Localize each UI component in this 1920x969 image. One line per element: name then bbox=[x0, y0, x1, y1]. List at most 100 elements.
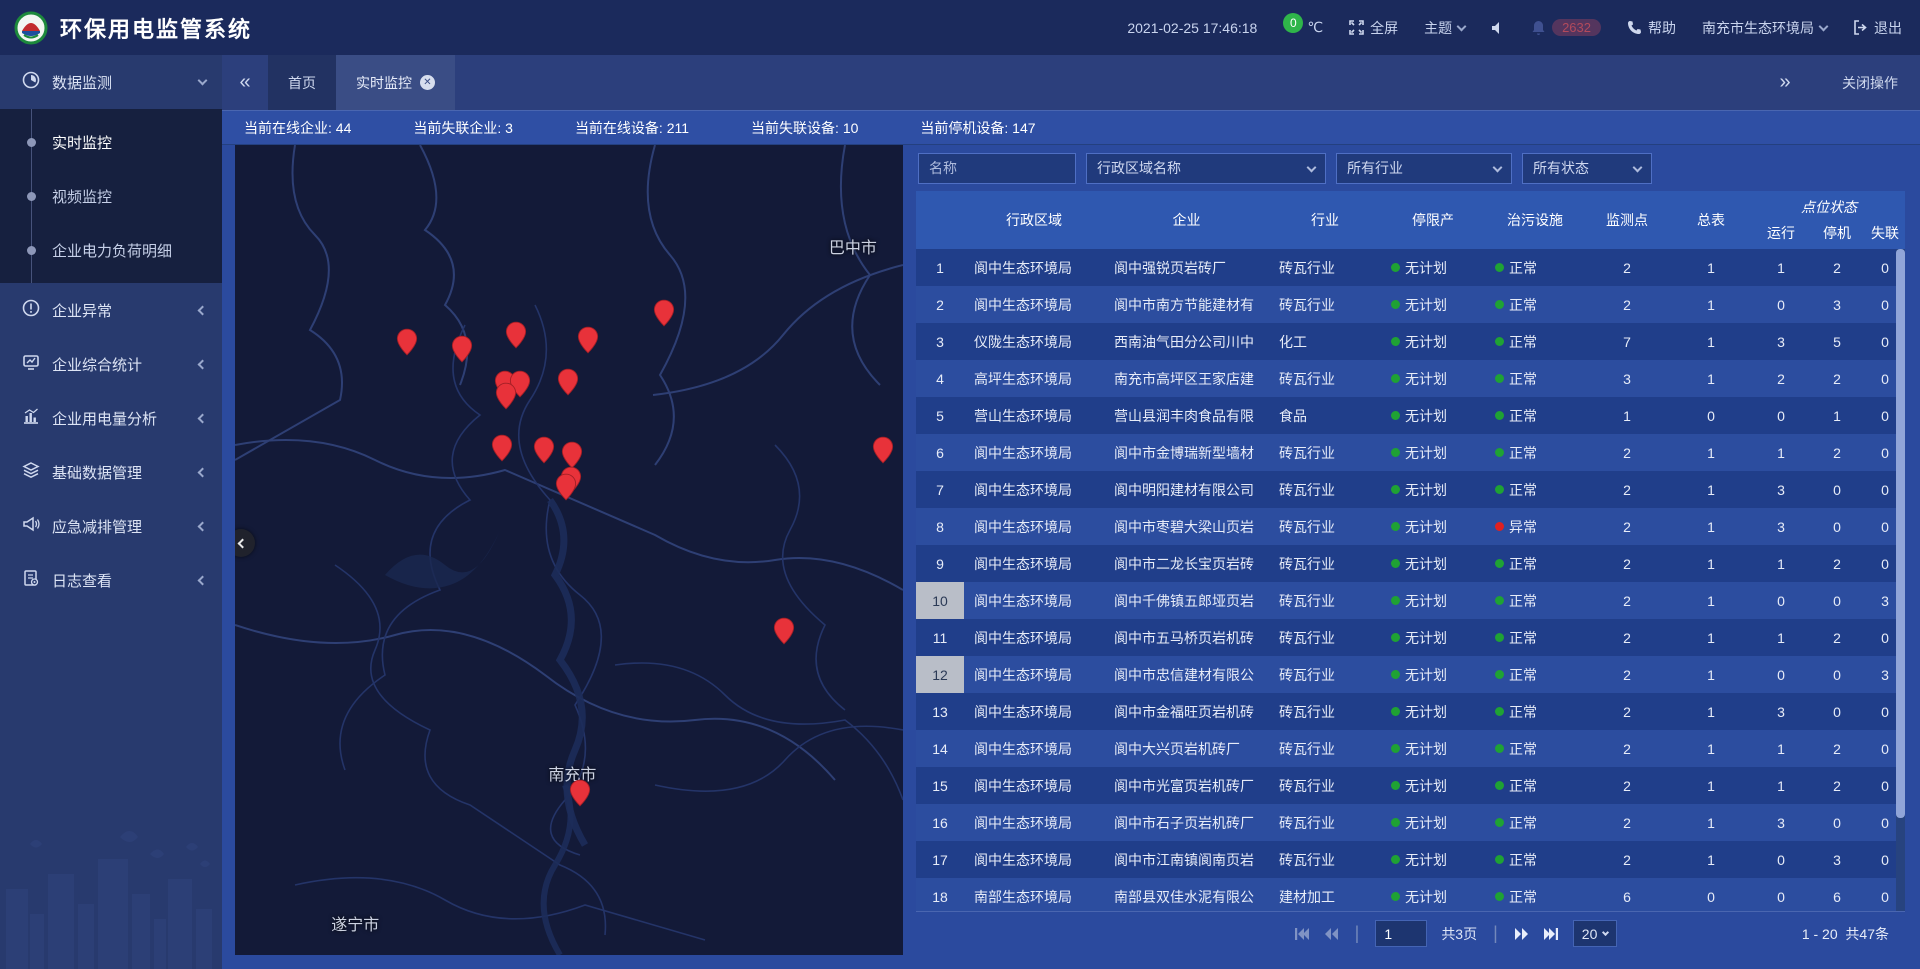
notifications[interactable]: 2632 bbox=[1531, 19, 1601, 36]
table-row[interactable]: 2阆中生态环境局阆中市南方节能建材有砖瓦行业无计划正常21030 bbox=[916, 286, 1905, 323]
page-size-select[interactable]: 20 bbox=[1573, 920, 1618, 947]
user-org-menu[interactable]: 南充市生态环境局 bbox=[1702, 18, 1827, 38]
sidebar-subitem-0[interactable]: 实时监控 bbox=[0, 115, 222, 169]
datetime: 2021-02-25 17:46:18 bbox=[1127, 20, 1257, 36]
cell-company: 阆中市五马桥页岩机砖 bbox=[1104, 628, 1269, 648]
map-marker-8[interactable] bbox=[557, 368, 579, 396]
sidebar-menu: 数据监测实时监控视频监控企业电力负荷明细企业异常企业综合统计企业用电量分析基础数… bbox=[0, 55, 222, 607]
cell-stopped: 2 bbox=[1809, 741, 1865, 757]
cell-industry: 砖瓦行业 bbox=[1269, 258, 1381, 278]
table-row[interactable]: 12阆中生态环境局阆中市忠信建材有限公砖瓦行业无计划正常21003 bbox=[916, 656, 1905, 693]
map-marker-16[interactable] bbox=[569, 779, 591, 807]
logout-icon bbox=[1853, 20, 1868, 35]
table-row[interactable]: 5营山生态环境局营山县润丰肉食品有限食品无计划正常10010 bbox=[916, 397, 1905, 434]
region-filter-select[interactable]: 行政区域名称 bbox=[1086, 153, 1326, 184]
cell-monitor-points: 6 bbox=[1585, 889, 1669, 905]
prev-page-button[interactable] bbox=[1324, 927, 1339, 941]
table-row[interactable]: 11阆中生态环境局阆中市五马桥页岩机砖砖瓦行业无计划正常21120 bbox=[916, 619, 1905, 656]
stat-2: 当前在线设备: 211 bbox=[575, 118, 689, 138]
name-filter[interactable] bbox=[918, 153, 1076, 184]
map-marker-7[interactable] bbox=[495, 382, 517, 410]
cell-total-meters: 1 bbox=[1669, 667, 1753, 683]
map-marker-1[interactable] bbox=[451, 335, 473, 363]
map-marker-3[interactable] bbox=[577, 326, 599, 354]
cell-monitor-points: 2 bbox=[1585, 445, 1669, 461]
map-marker-11[interactable] bbox=[561, 441, 583, 469]
map-marker-10[interactable] bbox=[533, 436, 555, 464]
page-number-input[interactable] bbox=[1375, 920, 1427, 947]
row-number: 6 bbox=[916, 434, 964, 471]
cell-company: 阆中市江南镇阆南页岩 bbox=[1104, 850, 1269, 870]
status-filter-select[interactable]: 所有状态 bbox=[1522, 153, 1652, 184]
cell-stopped: 5 bbox=[1809, 334, 1865, 350]
table-row[interactable]: 17阆中生态环境局阆中市江南镇阆南页岩砖瓦行业无计划正常21030 bbox=[916, 841, 1905, 878]
help-button[interactable]: 帮助 bbox=[1627, 18, 1676, 38]
name-filter-input[interactable] bbox=[929, 160, 1065, 176]
table-row[interactable]: 10阆中生态环境局阆中千佛镇五郎垭页岩砖瓦行业无计划正常21003 bbox=[916, 582, 1905, 619]
cell-total-meters: 1 bbox=[1669, 630, 1753, 646]
tab-close-icon[interactable]: ✕ bbox=[420, 75, 435, 90]
table-row[interactable]: 6阆中生态环境局阆中市金博瑞新型墙材砖瓦行业无计划正常21120 bbox=[916, 434, 1905, 471]
table-row[interactable]: 13阆中生态环境局阆中市金福旺页岩机砖砖瓦行业无计划正常21300 bbox=[916, 693, 1905, 730]
sidebar-item-5[interactable]: 应急减排管理 bbox=[0, 499, 222, 553]
sidebar-item-4[interactable]: 基础数据管理 bbox=[0, 445, 222, 499]
cell-facility-status: 正常 bbox=[1485, 739, 1585, 759]
sidebar-item-1[interactable]: 企业异常 bbox=[0, 283, 222, 337]
map-marker-9[interactable] bbox=[491, 434, 513, 462]
first-page-button[interactable] bbox=[1294, 927, 1310, 941]
cell-limit-status: 无计划 bbox=[1381, 443, 1485, 463]
status-dot-green bbox=[1495, 300, 1504, 309]
map-marker-0[interactable] bbox=[396, 328, 418, 356]
next-page-button[interactable] bbox=[1514, 927, 1529, 941]
scrollbar-thumb[interactable] bbox=[1896, 249, 1905, 818]
table-row[interactable]: 15阆中生态环境局阆中市光富页岩机砖厂砖瓦行业无计划正常21120 bbox=[916, 767, 1905, 804]
sidebar-subitem-2[interactable]: 企业电力负荷明细 bbox=[0, 223, 222, 277]
map-marker-4[interactable] bbox=[653, 299, 675, 327]
table-row[interactable]: 4高坪生态环境局南充市高坪区王家店建砖瓦行业无计划正常31220 bbox=[916, 360, 1905, 397]
industry-filter-select[interactable]: 所有行业 bbox=[1336, 153, 1512, 184]
sidebar-item-0[interactable]: 数据监测 bbox=[0, 55, 222, 109]
cell-industry: 砖瓦行业 bbox=[1269, 295, 1381, 315]
table-row[interactable]: 7阆中生态环境局阆中明阳建材有限公司砖瓦行业无计划正常21300 bbox=[916, 471, 1905, 508]
column-header-3: 停限产 bbox=[1381, 191, 1485, 249]
sidebar-item-2[interactable]: 企业综合统计 bbox=[0, 337, 222, 391]
column-header-5: 监测点 bbox=[1585, 191, 1669, 249]
map-marker-15[interactable] bbox=[773, 617, 795, 645]
logout-button[interactable]: 退出 bbox=[1853, 18, 1902, 38]
map-panel[interactable]: 巴中市南充市遂宁市 bbox=[235, 145, 903, 955]
table-row[interactable]: 18南部生态环境局南部县双佳水泥有限公建材加工无计划正常60060 bbox=[916, 878, 1905, 911]
sidebar-subitem-1[interactable]: 视频监控 bbox=[0, 169, 222, 223]
sidebar-item-6[interactable]: 日志查看 bbox=[0, 553, 222, 607]
cell-total-meters: 1 bbox=[1669, 593, 1753, 609]
cell-company: 阆中市金博瑞新型墙材 bbox=[1104, 443, 1269, 463]
cell-company: 阆中市石子页岩机砖厂 bbox=[1104, 813, 1269, 833]
row-number: 12 bbox=[916, 656, 964, 693]
sidebar-item-3[interactable]: 企业用电量分析 bbox=[0, 391, 222, 445]
table-row[interactable]: 9阆中生态环境局阆中市二龙长宝页岩砖砖瓦行业无计划正常21120 bbox=[916, 545, 1905, 582]
theme-menu[interactable]: 主题 bbox=[1424, 18, 1465, 38]
mute-speaker-button[interactable] bbox=[1491, 21, 1505, 35]
tab-1[interactable]: 实时监控✕ bbox=[336, 55, 455, 110]
cell-region: 营山生态环境局 bbox=[964, 406, 1104, 426]
table-row[interactable]: 3仪陇生态环境局西南油气田分公司川中化工无计划正常71350 bbox=[916, 323, 1905, 360]
bullet-icon bbox=[27, 138, 36, 147]
tabs-scroll-left-button[interactable]: « bbox=[222, 55, 268, 110]
table-row[interactable]: 1阆中生态环境局阆中强锐页岩砖厂砖瓦行业无计划正常21120 bbox=[916, 249, 1905, 286]
table-scrollbar[interactable] bbox=[1896, 249, 1905, 911]
table-row[interactable]: 14阆中生态环境局阆中大兴页岩机砖厂砖瓦行业无计划正常21120 bbox=[916, 730, 1905, 767]
cell-company: 阆中市金福旺页岩机砖 bbox=[1104, 702, 1269, 722]
tab-0[interactable]: 首页 bbox=[268, 55, 336, 110]
map-marker-2[interactable] bbox=[505, 321, 527, 349]
fullscreen-button[interactable]: 全屏 bbox=[1349, 18, 1398, 38]
table-body: 1阆中生态环境局阆中强锐页岩砖厂砖瓦行业无计划正常211202阆中生态环境局阆中… bbox=[916, 249, 1905, 911]
cell-industry: 砖瓦行业 bbox=[1269, 591, 1381, 611]
tabs-scroll-right-button[interactable]: » bbox=[1762, 71, 1808, 94]
table-row[interactable]: 8阆中生态环境局阆中市枣碧大梁山页岩砖瓦行业无计划异常21300 bbox=[916, 508, 1905, 545]
table-row[interactable]: 16阆中生态环境局阆中市石子页岩机砖厂砖瓦行业无计划正常21300 bbox=[916, 804, 1905, 841]
cell-monitor-points: 2 bbox=[1585, 815, 1669, 831]
close-operations-menu[interactable]: 关闭操作 bbox=[1842, 73, 1898, 93]
map-marker-14[interactable] bbox=[872, 436, 894, 464]
status-dot-green bbox=[1391, 411, 1400, 420]
last-page-button[interactable] bbox=[1543, 927, 1559, 941]
map-marker-13[interactable] bbox=[555, 473, 577, 501]
